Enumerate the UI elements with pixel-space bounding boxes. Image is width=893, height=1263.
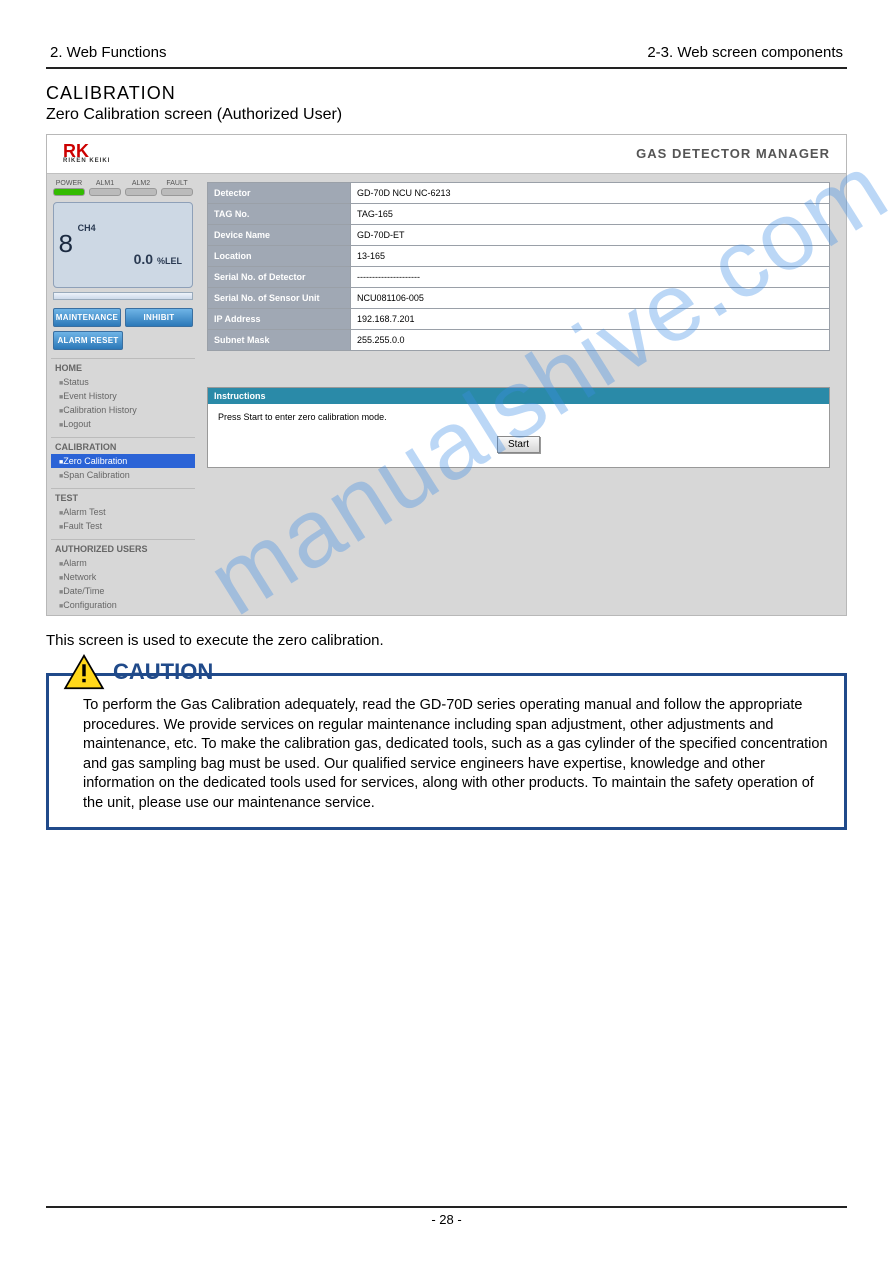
caution-title: CAUTION <box>113 659 213 685</box>
bar-gauge <box>53 292 193 300</box>
caution-box: CAUTION To perform the Gas Calibration a… <box>46 673 847 830</box>
header-left: 2. Web Functions <box>50 44 166 61</box>
section-subtitle: Zero Calibration screen (Authorized User… <box>46 106 847 124</box>
caution-body: To perform the Gas Calibration adequatel… <box>63 696 830 813</box>
nav-group-users: AUTHORIZED USERS <box>51 540 195 556</box>
detector-info-table: DetectorGD-70D NCU NC-6213 TAG No.TAG-16… <box>207 182 830 351</box>
nav-group-home: HOME <box>51 359 195 375</box>
screenshot-panel: RK RIKEN KEIKI GAS DETECTOR MANAGER POWE… <box>46 134 847 616</box>
nav-group-test: TEST <box>51 489 195 505</box>
nav-item-event-history[interactable]: Event History <box>51 389 195 403</box>
instructions-text: Press Start to enter zero calibration mo… <box>218 412 819 422</box>
nav-item-span-calibration[interactable]: Span Calibration <box>51 468 195 482</box>
nav-item-datetime[interactable]: Date/Time <box>51 584 195 598</box>
header-right: 2-3. Web screen components <box>647 44 843 61</box>
nav-item-alarm[interactable]: Alarm <box>51 556 195 570</box>
indicator-fault: FAULT <box>161 180 193 196</box>
inhibit-button[interactable]: INHIBIT <box>125 308 193 327</box>
nav-item-configuration[interactable]: Configuration <box>51 598 195 612</box>
nav-item-fault-test[interactable]: Fault Test <box>51 519 195 533</box>
nav-item-status[interactable]: Status <box>51 375 195 389</box>
screen-description: This screen is used to execute the zero … <box>46 632 847 649</box>
page-number: - 28 - <box>431 1212 461 1227</box>
instructions-panel: Instructions Press Start to enter zero c… <box>207 387 830 468</box>
nav-item-alarm-test[interactable]: Alarm Test <box>51 505 195 519</box>
nav-group-calibration: CALIBRATION <box>51 438 195 454</box>
warning-icon <box>63 654 105 690</box>
indicator-alm2: ALM2 <box>125 180 157 196</box>
indicator-power: POWER <box>53 180 85 196</box>
section-title: CALIBRATION <box>46 83 847 104</box>
indicator-alm1: ALM1 <box>89 180 121 196</box>
nav-item-zero-calibration[interactable]: Zero Calibration <box>51 454 195 468</box>
brand-logo: RK RIKEN KEIKI <box>63 143 110 165</box>
start-button[interactable]: Start <box>497 436 540 453</box>
alarm-reset-button[interactable]: ALARM RESET <box>53 331 123 350</box>
nav-item-logout[interactable]: Logout <box>51 417 195 431</box>
nav-item-network[interactable]: Network <box>51 570 195 584</box>
lcd-display: 8 CH4 0.0 %LEL <box>53 202 193 288</box>
nav-item-calibration-history[interactable]: Calibration History <box>51 403 195 417</box>
instructions-header: Instructions <box>208 388 829 404</box>
app-title: GAS DETECTOR MANAGER <box>636 146 830 161</box>
maintenance-button[interactable]: MAINTENANCE <box>53 308 121 327</box>
